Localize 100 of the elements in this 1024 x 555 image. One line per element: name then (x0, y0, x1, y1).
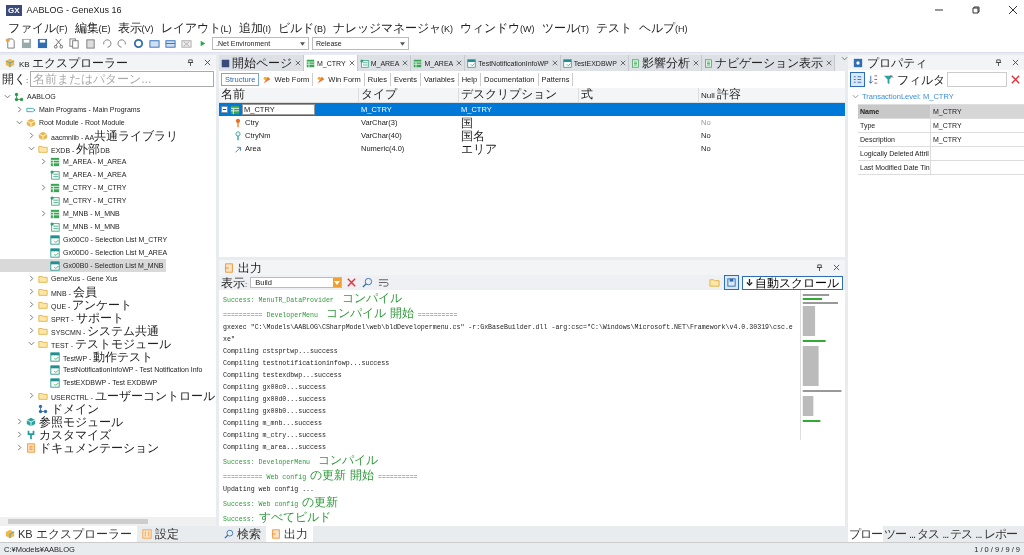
filter-field[interactable] (947, 72, 1007, 87)
window-icon (562, 58, 572, 68)
editor-tab[interactable]: ナビゲーション表示 (701, 55, 835, 71)
menu-item[interactable]: ナレッジマネージャ(K) (333, 21, 453, 34)
close-icon[interactable] (833, 264, 840, 271)
editor-tab[interactable]: 影響分析 (628, 55, 702, 71)
grid-icon (230, 104, 240, 115)
panel-tab[interactable]: 設定 (136, 526, 184, 542)
pin-icon[interactable] (816, 264, 823, 271)
save-icon[interactable] (724, 275, 739, 290)
search-field[interactable]: 名前またはパターン... (30, 71, 214, 87)
search-icon[interactable] (361, 276, 375, 289)
caret-icon[interactable] (16, 431, 23, 438)
caret-icon[interactable] (28, 301, 35, 308)
window-icon (50, 377, 60, 388)
clear-icon[interactable] (1009, 73, 1022, 86)
auto-scroll-button[interactable]: 自動スクロール (742, 275, 843, 290)
caret-icon[interactable] (28, 327, 35, 334)
paste-icon[interactable] (84, 37, 97, 50)
panel-tab[interactable]: KB エクスプローラー (0, 526, 137, 542)
wrap-icon[interactable] (377, 276, 391, 289)
sort-icon[interactable] (867, 73, 880, 86)
caret-icon[interactable] (16, 444, 23, 451)
new-file-icon[interactable] (4, 37, 17, 50)
column-header[interactable]: 名前 (219, 88, 359, 102)
sliders-icon (141, 529, 152, 539)
save-all-icon[interactable] (36, 37, 49, 50)
panel-tab[interactable]: 出力 (266, 526, 313, 542)
horizontal-scrollbar[interactable] (0, 517, 216, 526)
caret-icon[interactable] (16, 106, 23, 113)
caret-icon[interactable] (4, 93, 11, 100)
filter-label: フィルタ (897, 73, 945, 86)
undo-icon[interactable] (100, 37, 113, 50)
menu-item[interactable]: 追加(I) (238, 21, 271, 34)
pin-icon[interactable] (187, 59, 194, 66)
menu-item[interactable]: ウィンドウ(W) (460, 21, 535, 34)
build-all-icon[interactable] (164, 37, 177, 50)
pin-icon[interactable] (995, 59, 1002, 66)
tree-item[interactable]: 参照モジュール (0, 415, 126, 428)
caret-icon[interactable] (28, 132, 35, 139)
panel-tab[interactable]: レポー (982, 526, 1018, 542)
caret-icon[interactable] (40, 210, 47, 217)
window-icon (50, 247, 60, 258)
caret-icon[interactable] (40, 158, 47, 165)
folder-icon (38, 312, 48, 323)
caret-icon[interactable] (28, 314, 35, 321)
menu-item[interactable]: 表示(V) (117, 21, 154, 34)
cut-icon[interactable] (52, 37, 65, 50)
save-icon[interactable] (20, 37, 33, 50)
collapse-icon[interactable] (221, 106, 228, 113)
panel-tab[interactable]: テス... (949, 526, 983, 542)
copy-icon[interactable] (68, 37, 81, 50)
folder-icon (38, 325, 48, 336)
window-title: AABLOG - GeneXus 16 (26, 5, 122, 15)
tree-item[interactable]: ドキュメンテーション (0, 441, 162, 454)
filter-icon[interactable] (882, 73, 895, 86)
restore-icon[interactable] (971, 5, 981, 15)
tool-icon (26, 429, 36, 440)
menu-item[interactable]: ビルド(B) (278, 21, 326, 34)
close-icon[interactable] (1008, 5, 1018, 15)
chevron-icon[interactable] (840, 55, 848, 62)
column-header[interactable]: タイプ (359, 88, 459, 102)
menu-item[interactable]: ツール(T) (541, 21, 589, 34)
caret-icon[interactable] (28, 275, 35, 282)
tree-item[interactable]: ドメイン (0, 402, 102, 415)
panel-tab[interactable]: ツー... (883, 526, 917, 542)
menu-item[interactable]: ヘルプ(H) (639, 21, 688, 34)
column-header[interactable]: Null 許容 (699, 88, 845, 102)
menu-item[interactable]: レイアウト(L) (160, 21, 232, 34)
panel-tab[interactable]: タス... (916, 526, 950, 542)
column-header[interactable]: デスクリプション (459, 88, 579, 102)
caret-icon[interactable] (28, 340, 35, 347)
table-cell-text: 国名 (460, 129, 486, 142)
window-icon (50, 364, 60, 375)
caret-icon[interactable] (40, 184, 47, 191)
categorized-icon[interactable] (850, 72, 865, 87)
caret-icon[interactable] (28, 145, 35, 152)
caret-icon[interactable] (28, 288, 35, 295)
build-icon[interactable] (148, 37, 161, 50)
caret-icon[interactable] (28, 392, 35, 399)
document-icon (26, 442, 36, 453)
cancel-build-icon[interactable] (180, 37, 193, 50)
list-icon (50, 195, 60, 206)
menu-item[interactable]: ファイル(F) (8, 21, 68, 34)
gx-icon (221, 58, 230, 68)
caret-icon[interactable] (16, 418, 23, 425)
caret-icon[interactable] (16, 119, 23, 126)
column-header[interactable]: 式 (579, 88, 699, 102)
close-icon[interactable] (1012, 59, 1019, 66)
menu-item[interactable]: 編集(E) (74, 21, 111, 34)
refresh-icon[interactable] (132, 37, 145, 50)
close-icon[interactable] (204, 59, 211, 66)
caret-icon[interactable] (852, 93, 859, 100)
caret-icon (400, 42, 405, 46)
redo-icon[interactable] (116, 37, 129, 50)
panel-tab[interactable]: 検索 (219, 526, 266, 542)
tree-item[interactable]: カスタマイズ (0, 428, 114, 441)
panel-tab[interactable]: プロー (848, 526, 883, 542)
menu-item[interactable]: テスト (596, 21, 632, 34)
editor-tab[interactable]: 開始ページ (219, 55, 304, 71)
